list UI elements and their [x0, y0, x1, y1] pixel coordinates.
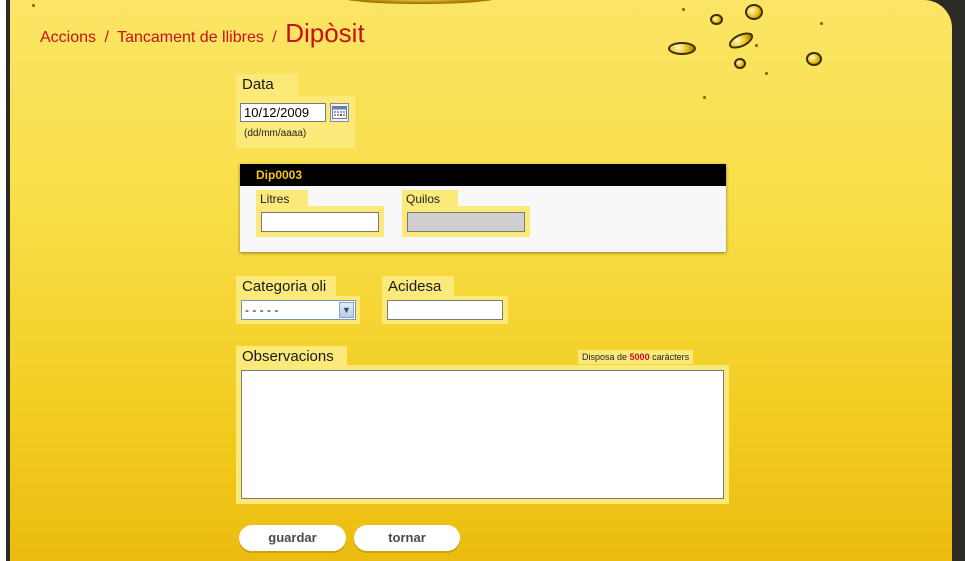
acidity-label: Acidesa	[382, 276, 454, 298]
oil-bubble-decoration	[806, 52, 822, 66]
oil-bubble-decoration	[726, 29, 756, 52]
counter-value: 5000	[629, 352, 650, 362]
counter-suffix: caràcters	[652, 352, 690, 362]
oil-splash-decoration	[340, 0, 500, 4]
quilos-label: Quilos	[402, 190, 458, 208]
litres-input[interactable]	[261, 212, 379, 232]
category-select[interactable]: - - - - - ▼	[241, 300, 356, 320]
breadcrumb-separator: /	[272, 29, 277, 46]
back-button[interactable]: tornar	[354, 525, 460, 551]
save-button[interactable]: guardar	[239, 525, 346, 551]
breadcrumb-link-accions[interactable]: Accions	[40, 29, 96, 46]
litres-label: Litres	[256, 190, 308, 208]
chevron-down-icon[interactable]: ▼	[339, 302, 354, 318]
date-input[interactable]	[240, 103, 326, 122]
oil-drop-decoration	[703, 96, 706, 99]
date-format-hint: (dd/mm/aaaa)	[244, 128, 307, 139]
breadcrumb-separator: /	[104, 29, 109, 46]
acidity-input[interactable]	[387, 300, 503, 320]
oil-bubble-decoration	[745, 4, 763, 20]
oil-drop-decoration	[820, 22, 823, 25]
oil-drop-decoration	[765, 72, 768, 75]
category-selected-value: - - - - -	[245, 303, 279, 317]
oil-drop-decoration	[32, 4, 35, 7]
date-label: Data	[236, 74, 298, 96]
calendar-button[interactable]	[330, 103, 349, 122]
deposit-code-header: Dip0003	[240, 164, 726, 186]
breadcrumb-link-tancament[interactable]: Tancament de llibres	[117, 29, 264, 46]
oil-bubble-decoration	[734, 58, 746, 69]
character-counter: Disposa de 5000 caràcters	[578, 350, 694, 364]
quilos-input	[407, 212, 525, 232]
page-title: Dipòsit	[285, 18, 365, 48]
oil-bubble-decoration	[668, 42, 696, 55]
oil-drop-decoration	[755, 44, 758, 47]
calendar-icon	[332, 106, 347, 119]
oil-drop-decoration	[682, 8, 685, 11]
counter-prefix: Disposa de	[582, 352, 628, 362]
observations-label: Observacions	[236, 346, 347, 368]
category-label: Categoria oli	[236, 276, 336, 298]
breadcrumb: Accions / Tancament de llibres / Dipòsit	[40, 18, 365, 49]
oil-bubble-decoration	[710, 14, 723, 25]
observations-textarea[interactable]	[241, 370, 724, 499]
